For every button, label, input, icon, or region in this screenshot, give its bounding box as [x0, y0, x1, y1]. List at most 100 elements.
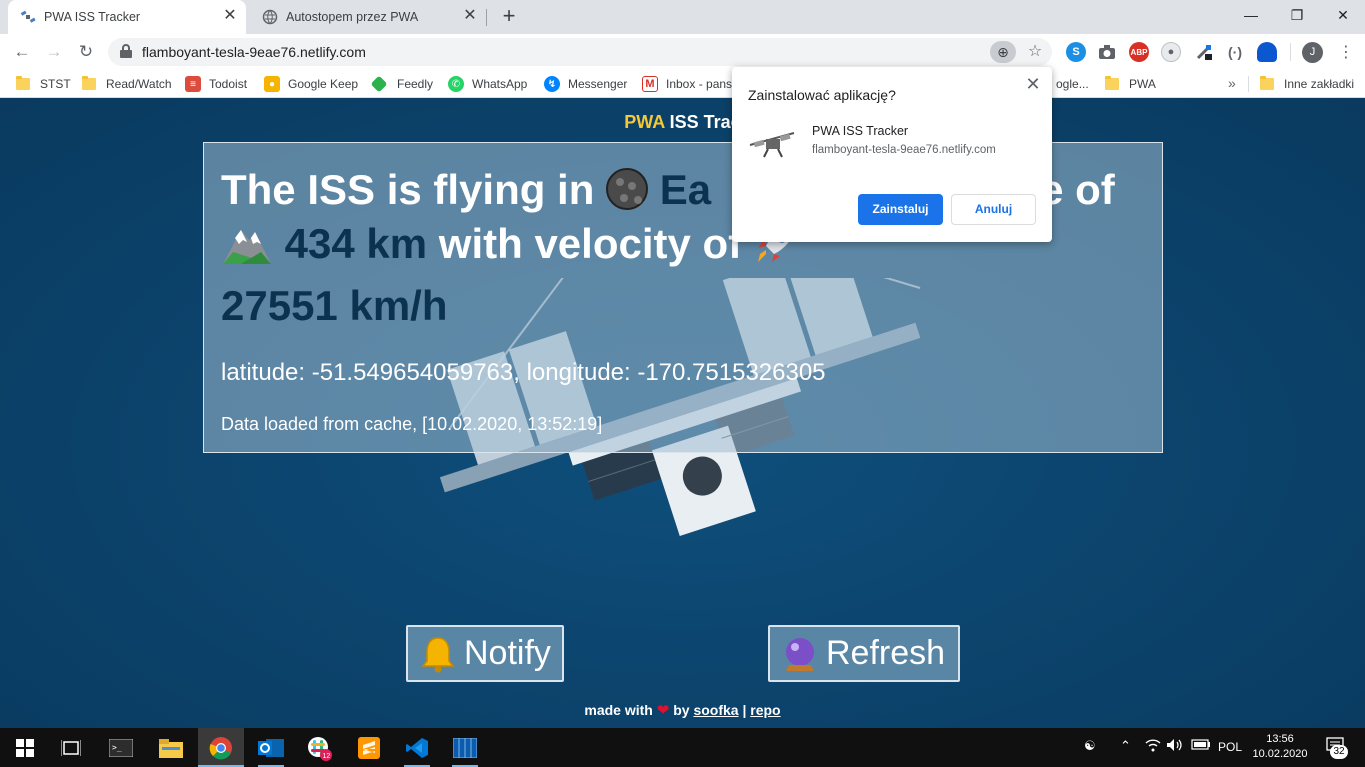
lock-icon: [120, 44, 132, 58]
bookmark-whatsapp[interactable]: ✆ WhatsApp: [448, 76, 527, 92]
location-value: Ea: [659, 166, 712, 213]
minimize-button[interactable]: —: [1228, 0, 1274, 30]
task-view-icon[interactable]: [58, 735, 84, 761]
battery-icon[interactable]: [1191, 738, 1211, 753]
new-tab-button[interactable]: +: [498, 5, 520, 28]
address-bar[interactable]: flamboyant-tesla-9eae76.netlify.com ⊕ ☆: [108, 38, 1052, 66]
svg-text:12: 12: [323, 753, 331, 760]
chrome-icon[interactable]: [208, 735, 234, 761]
camera-icon[interactable]: [1097, 42, 1117, 62]
outlook-icon[interactable]: [258, 735, 284, 761]
page-title: PWA ISS Trac: [624, 112, 741, 132]
adblock-icon[interactable]: ABP: [1129, 42, 1149, 62]
windows-start-icon[interactable]: [12, 735, 38, 761]
close-tab-icon[interactable]: ✕: [462, 8, 478, 24]
maximize-button[interactable]: ❐: [1274, 0, 1320, 30]
profile-avatar[interactable]: J: [1302, 42, 1323, 63]
bookmark-folder-stst[interactable]: STST: [16, 76, 71, 92]
bookmark-label: Read/Watch: [106, 77, 172, 91]
bookmark-label: WhatsApp: [472, 77, 528, 91]
clock-time: 13:56: [1266, 733, 1294, 745]
whatsapp-icon: ✆: [448, 76, 464, 92]
language-indicator[interactable]: POL: [1218, 740, 1242, 754]
velocity-value: 27551 km/h: [221, 282, 448, 329]
tab-pwa-iss-tracker[interactable]: PWA ISS Tracker ✕: [8, 0, 246, 34]
bookmark-todoist[interactable]: ≡ Todoist: [185, 76, 247, 92]
windows-taskbar: >_ 12 ☯ ⌃ POL 13:56 10.02.2020 32: [0, 728, 1365, 767]
iss-app-icon: [749, 132, 795, 158]
altitude-value: 434 km: [284, 220, 428, 267]
forward-arrow-icon[interactable]: →: [42, 40, 66, 64]
google-keep-icon: ●: [264, 76, 280, 92]
bookmark-label: Google Keep: [288, 77, 359, 91]
close-tab-icon[interactable]: ✕: [222, 8, 238, 24]
bookmark-star-icon[interactable]: ☆: [1024, 41, 1046, 63]
extension-hat-icon[interactable]: [1257, 42, 1277, 62]
folder-icon: [82, 76, 96, 90]
show-hidden-icons-chevron-icon[interactable]: ⌃: [1120, 738, 1131, 754]
dialog-app-url: flamboyant-tesla-9eae76.netlify.com: [812, 144, 996, 156]
bookmark-google-keep[interactable]: ● Google Keep: [264, 76, 358, 92]
bookmarks-separator: [1248, 76, 1249, 92]
notification-count-badge: 32: [1330, 745, 1348, 759]
page-footer: made with ❤ by soofka | repo: [584, 702, 781, 719]
tab-separator: [486, 9, 487, 26]
more-menu-icon[interactable]: ⋮: [1338, 42, 1354, 64]
people-icon[interactable]: ☯: [1084, 738, 1096, 754]
file-explorer-icon[interactable]: [158, 735, 184, 761]
bookmark-folder-pwa[interactable]: PWA: [1105, 76, 1156, 92]
folder-icon: [1105, 76, 1119, 90]
bookmark-inbox[interactable]: M Inbox - pans: [642, 76, 732, 92]
bookmark-google-partial[interactable]: ogle...: [1056, 76, 1089, 92]
app-grid-icon[interactable]: [452, 735, 478, 761]
dialog-close-icon[interactable]: ✕: [1024, 75, 1042, 93]
folder-icon: [16, 76, 30, 90]
wifi-icon[interactable]: [1145, 738, 1161, 755]
dialog-title: Zainstalować aplikację?: [748, 87, 896, 103]
feedly-icon: [370, 75, 388, 93]
extension-code-icon[interactable]: (·): [1225, 42, 1245, 62]
crystal-ball-icon: [780, 634, 820, 674]
repo-link[interactable]: repo: [750, 702, 780, 718]
close-window-button[interactable]: ✕: [1320, 0, 1365, 30]
globe-icon: [262, 9, 278, 25]
system-clock[interactable]: 13:56 10.02.2020: [1250, 732, 1310, 762]
refresh-button[interactable]: Refresh: [768, 625, 960, 682]
bookmark-feedly[interactable]: Feedly: [370, 75, 434, 93]
bookmark-folder-other[interactable]: Inne zakładki: [1260, 76, 1354, 92]
bookmark-label: Feedly: [397, 77, 434, 91]
bookmark-messenger[interactable]: ↯ Messenger: [544, 76, 627, 92]
svg-text:>_: >_: [112, 743, 122, 752]
toolbar-separator: [1290, 43, 1291, 61]
mountain-icon: [221, 222, 273, 279]
extension-tool-icon[interactable]: [1194, 42, 1214, 62]
bookmark-label: Inne zakładki: [1284, 77, 1355, 91]
todoist-icon: ≡: [185, 76, 201, 92]
cancel-button[interactable]: Anuluj: [951, 194, 1036, 225]
notify-button[interactable]: Notify: [406, 625, 564, 682]
extension-circle-icon[interactable]: ●: [1161, 42, 1181, 62]
tab-autostopem[interactable]: Autostopem przez PWA ✕: [250, 0, 486, 34]
install-app-icon[interactable]: ⊕: [990, 41, 1016, 63]
author-link[interactable]: soofka: [693, 702, 738, 718]
bookmark-label: ogle...: [1056, 77, 1089, 91]
slack-icon[interactable]: 12: [306, 735, 332, 761]
back-arrow-icon[interactable]: ←: [10, 40, 34, 64]
satellite-icon: [20, 9, 36, 25]
terminal-icon[interactable]: >_: [108, 735, 134, 761]
bookmark-folder-read-watch[interactable]: Read/Watch: [82, 76, 172, 92]
bookmark-label: STST: [40, 77, 71, 91]
folder-icon: [1260, 76, 1274, 90]
volume-icon[interactable]: [1166, 738, 1184, 755]
reload-icon[interactable]: ↻: [74, 40, 98, 64]
bookmark-label: Todoist: [209, 77, 248, 91]
bookmarks-overflow-icon[interactable]: »: [1228, 75, 1236, 91]
clock-date: 10.02.2020: [1252, 748, 1308, 760]
bookmark-label: Inbox - pans: [666, 77, 733, 91]
url-text: flamboyant-tesla-9eae76.netlify.com: [142, 44, 366, 60]
install-button[interactable]: Zainstaluj: [858, 194, 943, 225]
sublime-text-icon[interactable]: [356, 735, 382, 761]
install-app-dialog: Zainstalować aplikację? ✕ PWA ISS Tracke…: [732, 67, 1052, 242]
vscode-icon[interactable]: [404, 735, 430, 761]
extension-translate-icon[interactable]: S: [1066, 42, 1086, 62]
